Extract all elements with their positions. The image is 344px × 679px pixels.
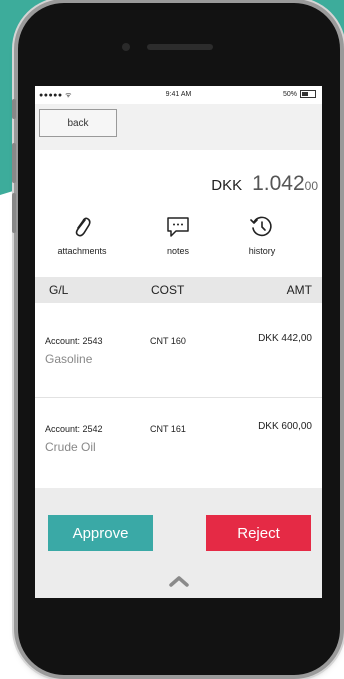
chevron-up-icon[interactable] bbox=[168, 574, 190, 593]
back-button[interactable]: back bbox=[39, 109, 117, 137]
phone-frame: ●●●●● ᯤ 9:41 AM 50% back DKK 1.042 00 at… bbox=[12, 3, 340, 675]
nav-bar: back bbox=[35, 104, 322, 150]
history-clock-icon bbox=[227, 214, 297, 240]
volume-up-button bbox=[12, 143, 16, 183]
table-row[interactable]: Account: 2542 Crude Oil CNT 161 DKK 600,… bbox=[35, 398, 322, 486]
status-bar: ●●●●● ᯤ 9:41 AM 50% bbox=[35, 86, 322, 104]
mute-switch bbox=[12, 99, 16, 119]
row-amount: DKK 600,00 bbox=[258, 421, 312, 432]
volume-down-button bbox=[12, 193, 16, 233]
speech-bubble-icon bbox=[143, 214, 213, 240]
attachments-action[interactable]: attachments bbox=[47, 214, 117, 256]
app-screen: ●●●●● ᯤ 9:41 AM 50% back DKK 1.042 00 at… bbox=[35, 86, 322, 598]
row-account: Account: 2542 bbox=[45, 424, 103, 434]
total-amount: DKK 1.042 00 bbox=[211, 172, 318, 196]
row-description: Gasoline bbox=[45, 352, 93, 366]
total-currency: DKK bbox=[211, 177, 243, 194]
total-decimals: 00 bbox=[304, 179, 318, 193]
paperclip-icon bbox=[47, 214, 117, 240]
battery-icon bbox=[300, 90, 316, 98]
notes-label: notes bbox=[166, 246, 190, 256]
history-label: history bbox=[248, 246, 276, 256]
row-cost: CNT 160 bbox=[150, 336, 186, 346]
action-footer: Approve Reject bbox=[35, 488, 322, 598]
total-integer: 1.042 bbox=[252, 172, 305, 195]
reject-button[interactable]: Reject bbox=[206, 515, 311, 551]
row-amount: DKK 442,00 bbox=[258, 333, 312, 344]
front-camera bbox=[122, 43, 130, 51]
attachments-label: attachments bbox=[57, 246, 107, 256]
header-gl: G/L bbox=[49, 283, 69, 297]
status-time: 9:41 AM bbox=[165, 91, 192, 98]
table-header: G/L COST AMT bbox=[35, 277, 322, 303]
table-row[interactable]: Account: 2543 Gasoline CNT 160 DKK 442,0… bbox=[35, 303, 322, 391]
header-amt: AMT bbox=[286, 283, 312, 297]
action-bar: attachments notes history bbox=[35, 214, 322, 268]
notes-action[interactable]: notes bbox=[143, 214, 213, 256]
row-description: Crude Oil bbox=[45, 440, 96, 454]
battery-indicator: 50% bbox=[283, 90, 316, 98]
history-action[interactable]: history bbox=[227, 214, 297, 256]
battery-percent: 50% bbox=[282, 90, 297, 98]
row-account: Account: 2543 bbox=[45, 336, 103, 346]
earpiece-speaker bbox=[147, 44, 213, 50]
row-cost: CNT 161 bbox=[150, 424, 186, 434]
approve-button[interactable]: Approve bbox=[48, 515, 153, 551]
header-cost: COST bbox=[151, 283, 185, 297]
